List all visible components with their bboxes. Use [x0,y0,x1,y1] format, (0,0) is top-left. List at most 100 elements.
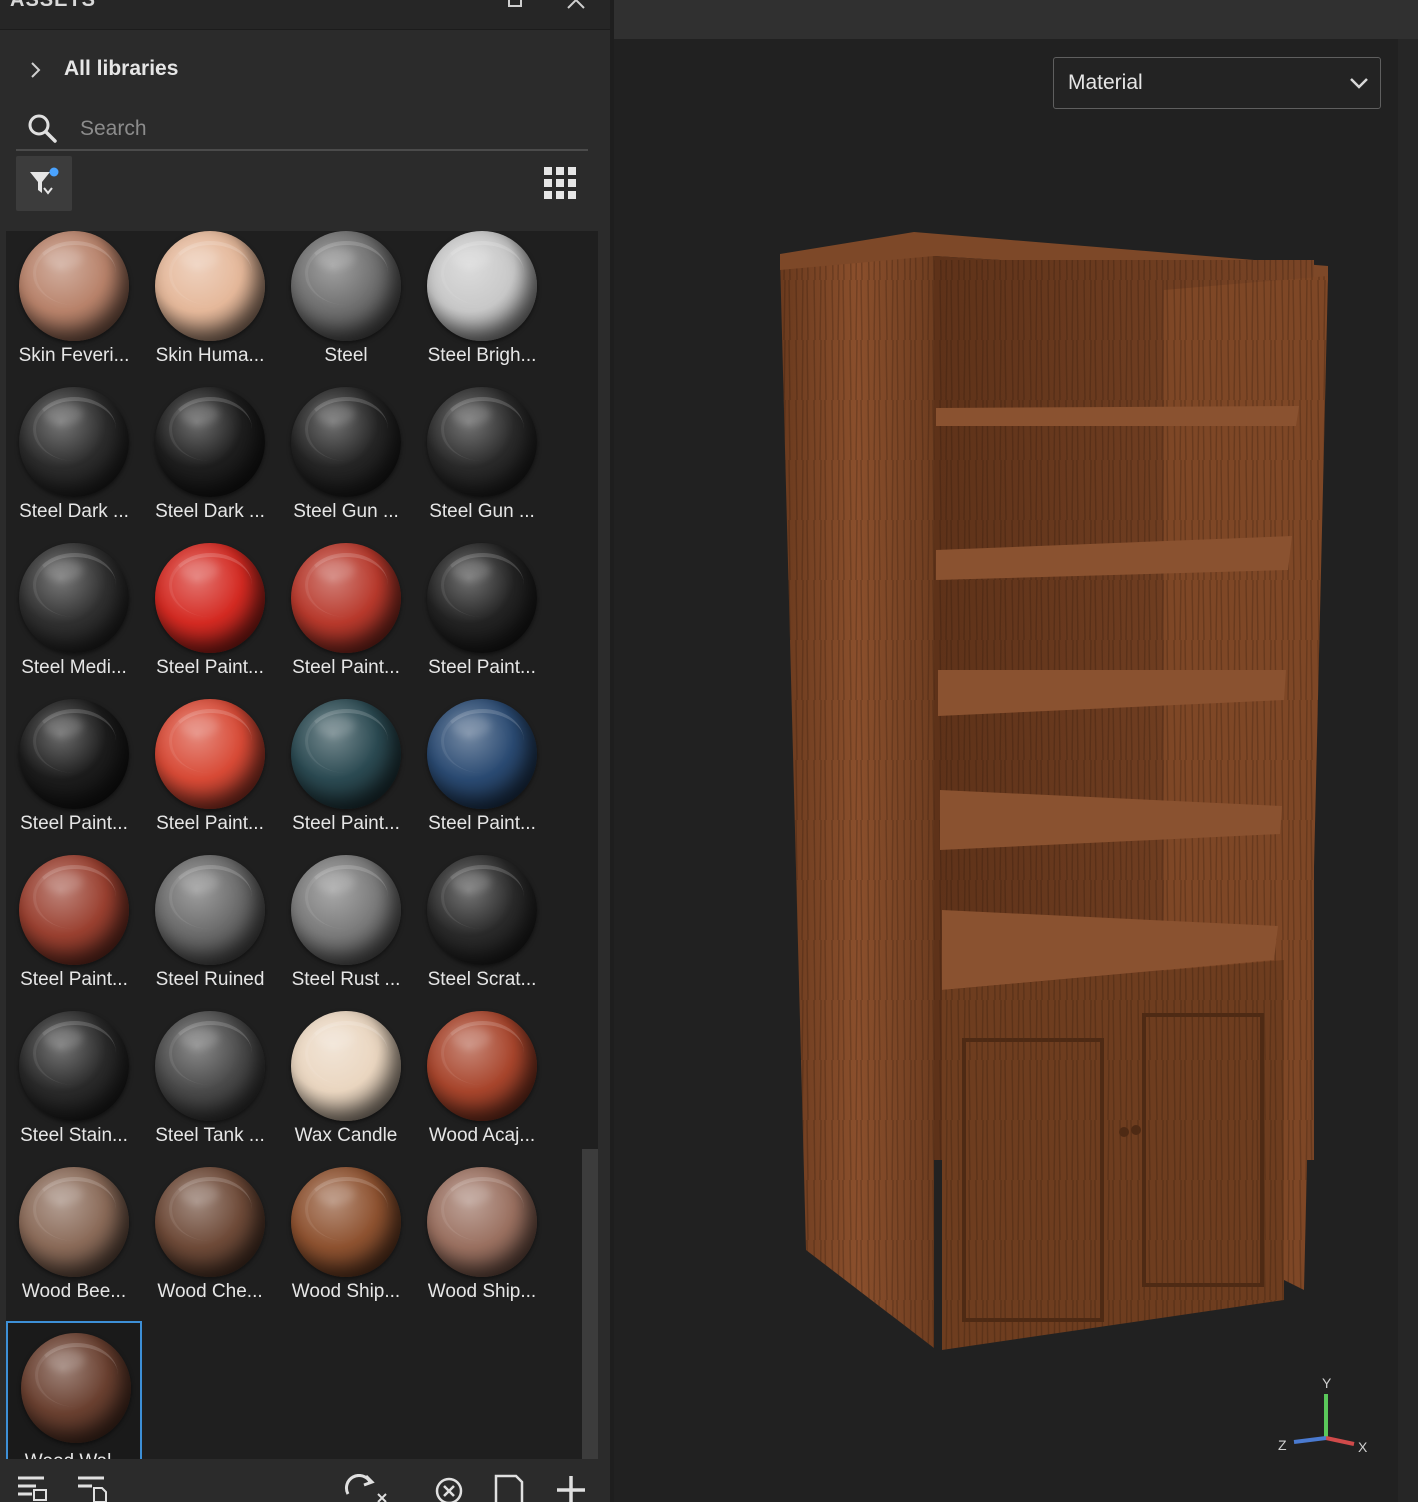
material-label: Wood Ship... [427,1281,537,1302]
material-preview-sphere [427,543,537,653]
scrollbar-thumb[interactable] [582,1149,598,1459]
material-grid: Skin Feveri... Skin Huma... Steel Steel Bri… [6,231,598,1459]
material-label: Steel Paint... [156,657,264,678]
material-preview-sphere [427,699,537,809]
material-label: Steel Paint... [156,813,264,834]
material-label: Steel Gun ... [293,501,399,522]
filter-button[interactable] [16,156,72,211]
app-window: ASSETS All libraries Search Skin Feveri.… [0,0,1418,1502]
material-preview-sphere [19,699,129,809]
view-mode-selected: Material [1068,71,1143,94]
material-tile[interactable]: Steel Ruined [142,855,278,1011]
bottom-toolbar [0,1466,610,1502]
material-tile[interactable]: Steel Scrat... [414,855,550,1011]
grid-view-icon[interactable] [540,163,580,203]
material-label: Steel Paint... [428,657,536,678]
search-bar [16,104,588,151]
material-preview-sphere [19,387,129,497]
material-tile[interactable]: Steel Dark ... [142,387,278,543]
viewport-edge [1398,39,1418,1502]
material-label: Steel Tank ... [155,1125,265,1146]
filter-icon [30,167,59,195]
material-tile[interactable]: Steel Gun ... [414,387,550,543]
material-preview-sphere [155,1167,265,1277]
add-icon[interactable] [554,1474,588,1502]
material-preview-sphere [155,387,265,497]
material-tile[interactable]: Steel Rust ... [278,855,414,1011]
material-preview-sphere [19,543,129,653]
material-tile[interactable]: Steel Paint... [142,699,278,855]
material-tile[interactable]: Wood Ship... [414,1167,550,1323]
list-options-icon[interactable] [16,1474,50,1502]
material-label: Wood Acaj... [428,1125,536,1146]
material-tile[interactable]: Steel Medi... [6,543,142,699]
material-preview-sphere [427,387,537,497]
material-tile[interactable]: Steel Paint... [6,855,142,1011]
3d-viewport[interactable]: Material Y X Z [614,0,1418,1502]
assets-panel: ASSETS All libraries Search Skin Feveri.… [0,0,610,1502]
search-icon [28,114,57,143]
all-libraries-label[interactable]: All libraries [64,57,178,81]
material-tile[interactable]: Steel Paint... [6,699,142,855]
material-preview-sphere [291,1167,401,1277]
material-tile[interactable]: Steel Tank ... [142,1011,278,1167]
axis-gizmo: Y X Z [1278,1375,1368,1455]
chevron-right-icon[interactable] [28,58,44,82]
material-preview-sphere [19,231,129,341]
material-tile[interactable]: Wood Acaj... [414,1011,550,1167]
material-tile[interactable]: Wood Che... [142,1167,278,1323]
material-tile[interactable]: Steel Gun ... [278,387,414,543]
axis-z-label: Z [1278,1437,1287,1453]
material-tile[interactable]: Wax Candle [278,1011,414,1167]
material-preview-sphere [21,1333,131,1443]
float-panel-icon[interactable] [506,0,524,8]
material-label: Steel [324,345,368,366]
material-preview-sphere [19,1167,129,1277]
material-preview-sphere [291,699,401,809]
viewport-toolbar [614,0,1418,39]
material-label: Steel Medi... [21,657,127,678]
library-breadcrumb[interactable]: All libraries [0,44,600,96]
material-preview-sphere [155,1011,265,1121]
import-list-icon[interactable] [76,1474,110,1502]
view-mode-dropdown[interactable]: Material [1053,57,1381,109]
material-tile[interactable]: Steel Brigh... [414,231,550,387]
material-label: Steel Paint... [292,657,400,678]
material-preview-sphere [427,1011,537,1121]
material-tile[interactable]: Steel Dark ... [6,387,142,543]
material-label: Steel Paint... [292,813,400,834]
material-tile[interactable]: Steel Stain... [6,1011,142,1167]
material-preview-sphere [291,1011,401,1121]
history-clear-icon[interactable] [432,1474,466,1502]
material-tile[interactable]: Skin Huma... [142,231,278,387]
material-preview-sphere [291,855,401,965]
material-label: Steel Ruined [155,969,265,990]
material-tile[interactable]: Steel Paint... [142,543,278,699]
material-label: Steel Paint... [20,969,128,990]
material-preview-sphere [155,231,265,341]
material-tile[interactable]: Wood Bee... [6,1167,142,1323]
material-tile[interactable]: Steel Paint... [278,699,414,855]
material-label: Steel Gun ... [429,501,535,522]
material-label: Steel Brigh... [427,345,537,366]
close-icon[interactable] [565,0,587,10]
material-preview-sphere [155,855,265,965]
new-page-icon[interactable] [492,1474,526,1502]
material-tile[interactable]: Steel Paint... [278,543,414,699]
refresh-icon[interactable] [342,1474,392,1502]
bookshelf-model[interactable] [774,220,1344,1360]
material-preview-sphere [291,231,401,341]
material-label: Steel Scrat... [427,969,537,990]
chevron-down-icon [1350,78,1368,89]
material-tile[interactable]: Steel Paint... [414,543,550,699]
material-tile[interactable]: Steel Paint... [414,699,550,855]
material-tile[interactable]: Steel [278,231,414,387]
material-tile[interactable]: Wood Ship... [278,1167,414,1323]
search-input[interactable] [80,112,560,146]
material-preview-sphere [291,387,401,497]
material-preview-sphere [155,699,265,809]
material-label: Skin Huma... [155,345,265,366]
material-tile[interactable]: Skin Feveri... [6,231,142,387]
axis-x-label: X [1358,1439,1368,1455]
material-tile[interactable]: Wood Wal... [6,1321,142,1459]
